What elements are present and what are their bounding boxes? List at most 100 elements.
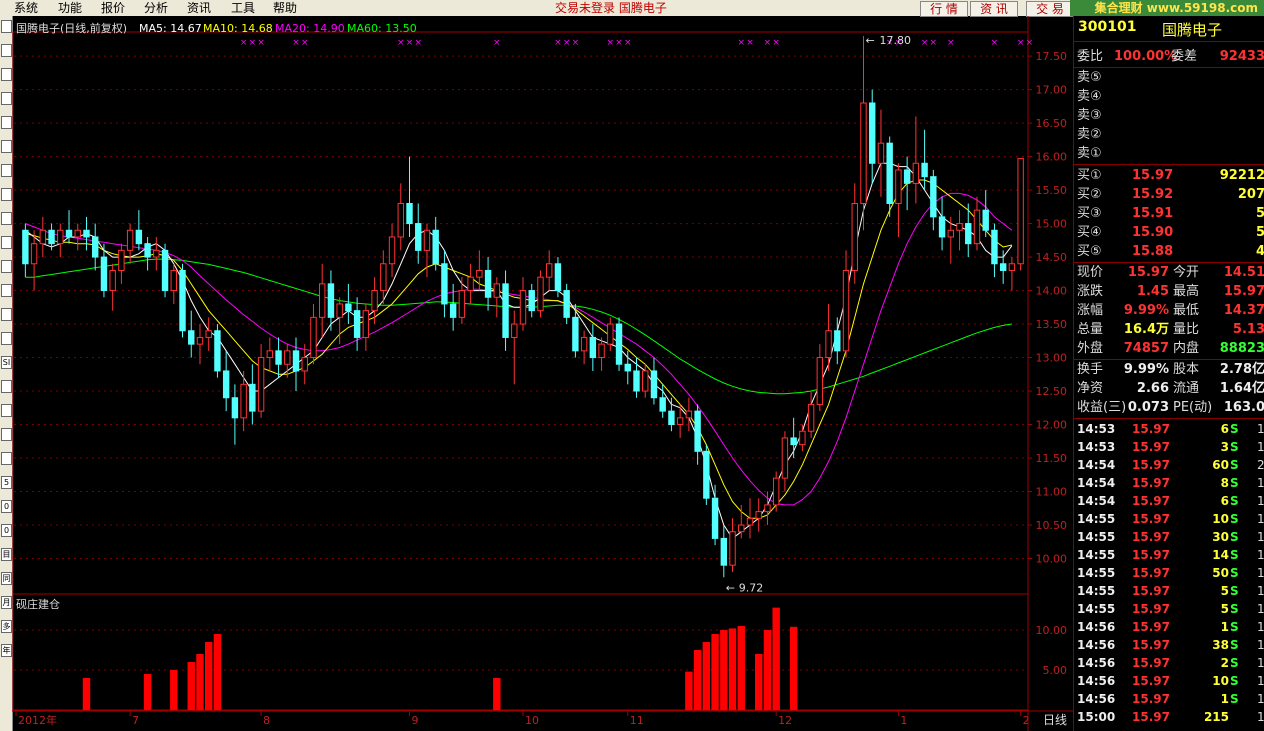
toolbar-tool-icon[interactable]	[1, 20, 12, 33]
toolbar-tool-icon[interactable]	[1, 140, 12, 153]
candle-body	[816, 357, 824, 405]
menu-news[interactable]: 资讯	[187, 0, 211, 16]
toolbar-tool-icon[interactable]	[1, 284, 12, 297]
kline-chart[interactable]: 17.5017.0016.5016.0015.5015.0014.5014.00…	[12, 16, 1073, 731]
tick-count: 1	[1257, 422, 1264, 436]
menu-bar: 系统 功能 报价 分析 资讯 工具 帮助 交易未登录 国腾电子 行 情 资 讯 …	[0, 0, 1264, 17]
market-button[interactable]: 行 情	[920, 1, 968, 17]
buy-level-4[interactable]: 买④ 15.90 5	[1074, 223, 1264, 242]
stat-value: 2.66	[1136, 381, 1169, 396]
tick-direction: S	[1230, 638, 1239, 652]
buy-level-1[interactable]: 买① 15.97 92212	[1074, 166, 1264, 185]
menu-quote[interactable]: 报价	[101, 0, 125, 16]
candle-body	[947, 229, 954, 238]
sell-level-2[interactable]: 卖②	[1074, 125, 1264, 144]
toolbar-tool-icon[interactable]: 多	[1, 620, 12, 633]
candle-body	[310, 316, 317, 359]
tick-direction: S	[1230, 548, 1239, 562]
menu-system[interactable]: 系统	[14, 0, 38, 16]
candle-body	[214, 330, 221, 372]
buy-level-3[interactable]: 买③ 15.91 5	[1074, 204, 1264, 223]
candle-body	[362, 310, 370, 338]
trade-button[interactable]: 交 易	[1026, 1, 1074, 17]
candle-body	[598, 343, 605, 359]
toolbar-tool-icon[interactable]	[1, 236, 12, 249]
buy-volume: 92212	[1219, 168, 1264, 183]
brand-banner[interactable]: 集合理财 www.59198.com	[1070, 0, 1264, 16]
toolbar-tool-icon[interactable]	[1, 212, 12, 225]
sell-level-4[interactable]: 卖④	[1074, 87, 1264, 106]
signal-marker: ×	[607, 38, 615, 48]
candle-body	[240, 383, 247, 419]
candle-body	[764, 504, 771, 513]
candle-body	[467, 276, 474, 292]
tick-time: 14:56	[1077, 638, 1116, 652]
tick-row: 14:56 15.97 1 S 1	[1074, 690, 1264, 708]
stat-label: 量比	[1173, 322, 1200, 337]
divider	[1074, 418, 1264, 419]
ma-legend-3: MA60: 13.50	[347, 22, 417, 35]
sell-level-1[interactable]: 卖①	[1074, 144, 1264, 163]
toolbar-tool-icon[interactable]	[1, 44, 12, 57]
menu-function[interactable]: 功能	[58, 0, 82, 16]
stat-label: 最低	[1173, 303, 1200, 318]
candle-body	[266, 350, 274, 359]
candle-body	[973, 209, 981, 245]
tick-row: 14:55 15.97 5 S 1	[1074, 582, 1264, 600]
candle-body	[860, 102, 867, 204]
tick-volume: 30	[1212, 530, 1229, 544]
menu-help[interactable]: 帮助	[273, 0, 297, 16]
toolbar-tool-icon[interactable]	[1, 188, 12, 201]
candle-body	[659, 397, 666, 412]
toolbar-tool-icon[interactable]	[1, 164, 12, 177]
toolbar-tool-icon[interactable]	[1, 116, 12, 129]
tick-count: 1	[1257, 530, 1264, 544]
tick-volume: 50	[1212, 566, 1229, 580]
login-status: 交易未登录 国腾电子	[555, 1, 667, 15]
toolbar-tool-icon[interactable]	[1, 404, 12, 417]
tick-direction: S	[1230, 494, 1239, 508]
sell-level-5[interactable]: 卖⑤	[1074, 68, 1264, 87]
stat-value: 15.97	[1223, 284, 1264, 299]
tick-price: 15.97	[1132, 530, 1170, 544]
toolbar-tool-icon[interactable]: 同	[1, 572, 12, 585]
toolbar-tool-icon[interactable]: 目	[1, 548, 12, 561]
signal-marker: ×	[554, 38, 562, 48]
toolbar-tool-icon[interactable]	[1, 380, 12, 393]
sell-level-3[interactable]: 卖③	[1074, 106, 1264, 125]
toolbar-tool-icon[interactable]	[1, 428, 12, 441]
stat-value: 5.13	[1232, 322, 1264, 337]
toolbar-tool-icon[interactable]	[1, 332, 12, 345]
news-button[interactable]: 资 讯	[970, 1, 1018, 17]
toolbar-tool-icon[interactable]: SI	[1, 356, 12, 369]
buy-level-2[interactable]: 买② 15.92 207	[1074, 185, 1264, 204]
candle-body	[196, 336, 204, 345]
buy-level-5[interactable]: 买⑤ 15.88 4	[1074, 242, 1264, 261]
toolbar-tool-icon[interactable]	[1, 92, 12, 105]
menu-tools[interactable]: 工具	[231, 0, 255, 16]
x-tick-label: 10	[525, 714, 539, 727]
toolbar-tool-icon[interactable]: 5	[1, 476, 12, 489]
toolbar-tool-icon[interactable]	[1, 308, 12, 321]
candle-body	[982, 209, 989, 231]
candle-body	[615, 323, 623, 365]
toolbar-tool-icon[interactable]: 月	[1, 596, 12, 609]
stat-value: 14.37	[1223, 303, 1264, 318]
y-tick-label: 10.00	[1036, 553, 1068, 566]
candle-body	[92, 236, 99, 258]
toolbar-tool-icon[interactable]: 0	[1, 500, 12, 513]
toolbar-tool-icon[interactable]	[1, 260, 12, 273]
tick-volume: 5	[1220, 584, 1229, 598]
tick-direction: S	[1230, 620, 1239, 634]
toolbar-tool-icon[interactable]: 年	[1, 644, 12, 657]
tick-price: 15.97	[1132, 692, 1170, 706]
toolbar-tool-icon[interactable]: 0	[1, 524, 12, 537]
menu-analysis[interactable]: 分析	[144, 0, 168, 16]
tick-time: 14:53	[1077, 422, 1116, 436]
tick-direction: S	[1230, 584, 1239, 598]
toolbar-tool-icon[interactable]	[1, 452, 12, 465]
buy-price: 15.97	[1132, 168, 1174, 183]
candle-body	[676, 417, 684, 426]
toolbar-tool-icon[interactable]	[1, 68, 12, 81]
buy-price: 15.90	[1132, 225, 1174, 240]
